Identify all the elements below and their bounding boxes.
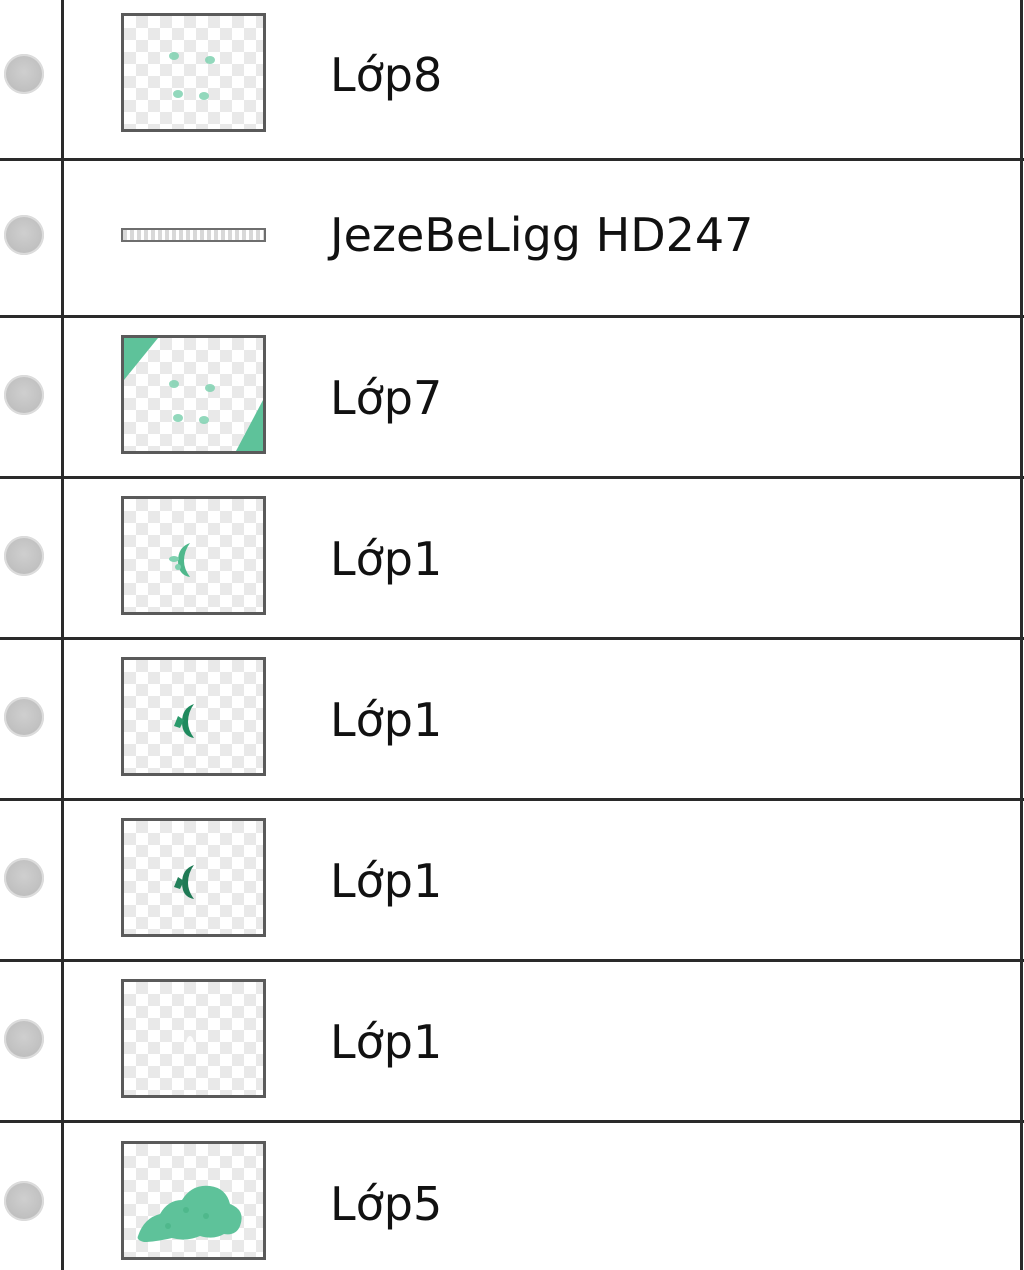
layer-name: Lớp7 — [330, 371, 443, 425]
column-divider — [61, 0, 64, 1270]
visibility-dot-icon[interactable] — [4, 536, 44, 576]
layer-row-lop1[interactable]: Lớp1 — [0, 801, 1024, 962]
visibility-dot-icon[interactable] — [4, 215, 44, 255]
layer-thumbnail — [121, 496, 266, 615]
visibility-dot-icon[interactable] — [4, 1181, 44, 1221]
layer-thumbnail — [121, 657, 266, 776]
layer-row-lop1[interactable]: Lớp1 — [0, 479, 1024, 640]
layer-name: Lớp1 — [330, 693, 443, 747]
layer-name: Lớp8 — [330, 48, 443, 102]
small-shape-icon — [174, 704, 194, 738]
small-shape-icon — [169, 543, 190, 577]
layer-row-lop8[interactable]: Lớp8 — [0, 0, 1024, 161]
layers-panel: Lớp8 JezeBeLigg HD247 Lớp7 Lớp1 Lớp1 Lớp… — [0, 0, 1024, 1270]
visibility-dot-icon[interactable] — [4, 375, 44, 415]
layer-thumbnail — [121, 818, 266, 937]
layer-row-jezebeligg-hd247[interactable]: JezeBeLigg HD247 — [0, 157, 1024, 318]
line-segment-icon — [121, 228, 266, 242]
layer-thumbnail — [121, 13, 266, 132]
layer-thumbnail — [121, 979, 266, 1098]
dots-icon — [169, 52, 215, 100]
visibility-dot-icon[interactable] — [4, 1019, 44, 1059]
layer-thumbnail — [121, 335, 266, 454]
layer-name: Lớp5 — [330, 1177, 443, 1231]
green-blob-icon — [137, 1185, 242, 1242]
small-shape-icon — [174, 865, 194, 899]
layer-name: Lớp1 — [330, 532, 443, 586]
layer-row-lop7[interactable]: Lớp7 — [0, 318, 1024, 479]
layer-thumbnail — [121, 1141, 266, 1260]
layer-row-lop1[interactable]: Lớp1 — [0, 962, 1024, 1123]
empty-thumbnail-icon — [186, 1036, 194, 1052]
layer-name: Lớp1 — [330, 854, 443, 908]
dots-with-corners-icon — [124, 338, 263, 451]
visibility-dot-icon[interactable] — [4, 697, 44, 737]
layer-row-lop1[interactable]: Lớp1 — [0, 640, 1024, 801]
visibility-dot-icon[interactable] — [4, 54, 44, 94]
visibility-dot-icon[interactable] — [4, 858, 44, 898]
layer-name: Lớp1 — [330, 1015, 443, 1069]
layer-row-lop5[interactable]: Lớp5 — [0, 1123, 1024, 1270]
panel-right-edge — [1020, 0, 1023, 1270]
layer-name: JezeBeLigg HD247 — [330, 208, 754, 262]
